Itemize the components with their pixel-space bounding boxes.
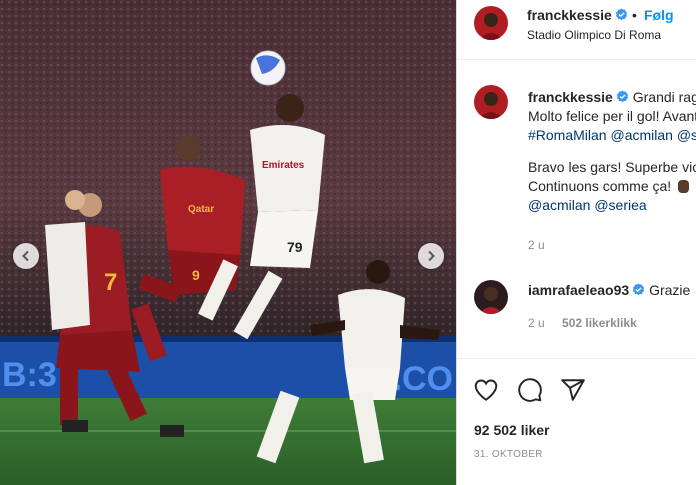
comment-meta: 2 u 502 likerklikk bbox=[528, 316, 637, 330]
author-username-text[interactable]: franckkessie bbox=[527, 7, 612, 23]
caption-line-2: Molto felice per il gol! Avanti! bbox=[528, 108, 696, 124]
comment-text: Grazie bbox=[649, 282, 691, 298]
mention-link[interactable]: @seriea bbox=[594, 197, 646, 213]
post-photo[interactable]: B:3 R.CO 7 Qatar 9 Emirates 79 bbox=[0, 0, 456, 485]
author-username[interactable]: franckkessie bbox=[527, 7, 628, 23]
mention-link[interactable]: @acmilan bbox=[528, 197, 590, 213]
avatar-image bbox=[474, 85, 508, 119]
author-avatar[interactable] bbox=[474, 6, 508, 40]
banner-text-left: B:3 bbox=[2, 356, 57, 394]
share-icon[interactable] bbox=[560, 377, 586, 403]
header-separator: • bbox=[632, 7, 637, 23]
football-ball bbox=[250, 50, 286, 86]
verified-icon bbox=[616, 90, 628, 103]
comment-likes[interactable]: 502 likerklikk bbox=[562, 316, 637, 330]
mention-link[interactable]: @acmilan bbox=[610, 127, 672, 143]
milan-shirt-number-79: 79 bbox=[287, 239, 303, 255]
caption-line-4: Continuons comme ça! bbox=[528, 178, 672, 194]
hashtag-link[interactable]: #RomaMilan bbox=[528, 127, 607, 143]
caption-username[interactable]: franckkessie bbox=[528, 89, 613, 105]
caption-timestamp[interactable]: 2 u bbox=[528, 238, 545, 252]
post-header: franckkessie • Følg Stadio Olimpico Di R… bbox=[457, 0, 696, 60]
verified-icon bbox=[615, 8, 627, 21]
commenter-avatar[interactable] bbox=[474, 280, 508, 314]
caption-author-avatar[interactable] bbox=[474, 85, 508, 119]
caption-line-3: Bravo les gars! Superbe victoire bbox=[528, 159, 696, 175]
post-side-panel: franckkessie • Følg Stadio Olimpico Di R… bbox=[456, 0, 696, 485]
next-photo-button[interactable] bbox=[418, 243, 444, 269]
follow-button[interactable]: Følg bbox=[644, 7, 674, 23]
post-date[interactable]: 31. OKTOBER bbox=[474, 449, 543, 460]
post-caption: franckkessie Grandi ragazzi! Molto felic… bbox=[528, 88, 696, 215]
previous-photo-button[interactable] bbox=[13, 243, 39, 269]
heart-icon[interactable] bbox=[473, 377, 499, 403]
roma-shirt-number-7: 7 bbox=[104, 269, 117, 296]
comment: iamrafaeleao93 Grazie bbox=[528, 282, 690, 298]
football-match-image: B:3 R.CO 7 Qatar 9 Emirates 79 bbox=[0, 0, 456, 485]
comment-icon[interactable] bbox=[517, 377, 543, 403]
comment-timestamp[interactable]: 2 u bbox=[528, 316, 545, 330]
roma-sponsor: Qatar bbox=[188, 204, 214, 215]
verified-icon bbox=[633, 283, 645, 296]
emoji-icon bbox=[678, 180, 690, 193]
post-location[interactable]: Stadio Olimpico Di Roma bbox=[527, 28, 661, 42]
chevron-left-icon bbox=[22, 250, 29, 262]
chevron-right-icon bbox=[428, 250, 435, 262]
milan-sponsor: Emirates bbox=[262, 160, 305, 171]
roma-shirt-number-9: 9 bbox=[192, 267, 200, 283]
avatar-image bbox=[474, 6, 508, 40]
comment-username[interactable]: iamrafaeleao93 bbox=[528, 282, 629, 298]
mention-link[interactable]: @seriea bbox=[677, 127, 696, 143]
post-likes-count[interactable]: 92 502 liker bbox=[474, 422, 550, 438]
caption-line-1: Grandi ragazzi! bbox=[632, 89, 696, 105]
post-actions: 92 502 liker 31. OKTOBER bbox=[457, 358, 696, 485]
avatar-image bbox=[474, 280, 508, 314]
